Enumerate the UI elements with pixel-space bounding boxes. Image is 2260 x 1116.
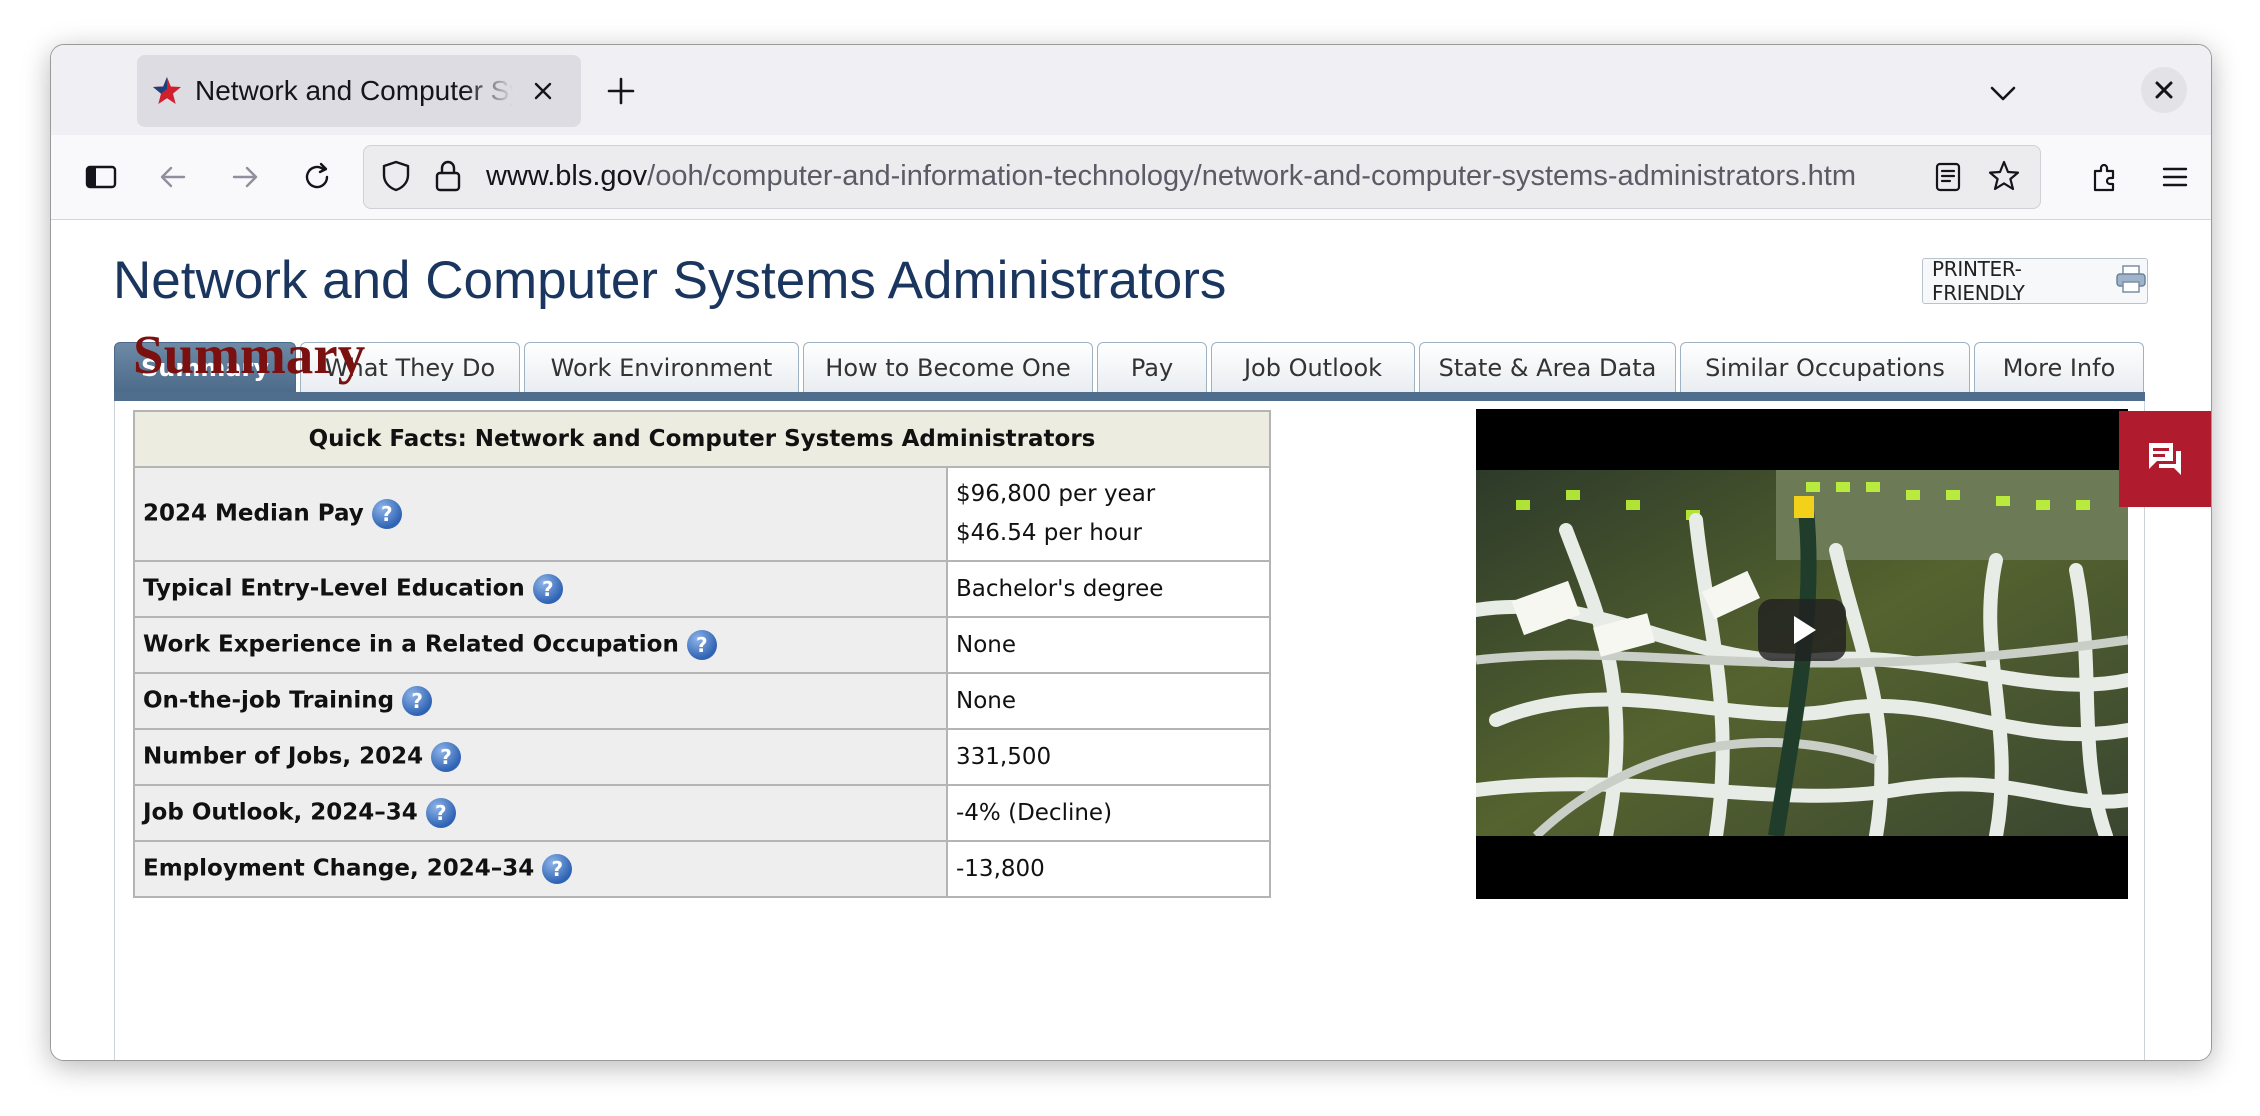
bookmark-star-icon[interactable] — [1986, 158, 2022, 199]
row-label: Job Outlook, 2024–34 — [143, 799, 418, 826]
video-play-button[interactable] — [1758, 599, 1846, 661]
row-label-cell: Job Outlook, 2024–34? — [133, 784, 948, 842]
printer-icon — [2115, 264, 2147, 299]
help-icon[interactable]: ? — [686, 630, 717, 660]
reload-icon[interactable] — [299, 159, 335, 195]
row-value: $96,800 per year — [956, 481, 1156, 507]
tab-pay[interactable]: Pay — [1097, 342, 1207, 392]
row-label: 2024 Median Pay — [143, 500, 364, 527]
table-row: Job Outlook, 2024–34? -4% (Decline) — [133, 784, 1271, 842]
row-label: Work Experience in a Related Occupation — [143, 631, 679, 658]
chat-icon — [2149, 443, 2181, 475]
row-label-cell: On-the-job Training? — [133, 672, 948, 730]
table-row: 2024 Median Pay? $96,800 per year $46.54 … — [133, 466, 1271, 562]
summary-heading: Summary — [133, 324, 366, 385]
new-tab-icon[interactable] — [603, 73, 639, 109]
shield-icon[interactable] — [378, 158, 414, 199]
row-value-cell: $96,800 per year $46.54 per hour — [946, 466, 1271, 562]
row-label: Employment Change, 2024–34 — [143, 855, 535, 882]
table-row: On-the-job Training? None — [133, 672, 1271, 730]
tab-job-outlook[interactable]: Job Outlook — [1211, 342, 1415, 392]
close-tab-icon[interactable] — [525, 73, 561, 109]
tab-how-to-become-one[interactable]: How to Become One — [803, 342, 1093, 392]
row-label-cell: Employment Change, 2024–34? — [133, 840, 948, 898]
help-icon[interactable]: ? — [425, 798, 456, 828]
table-row: Typical Entry-Level Education? Bachelor'… — [133, 560, 1271, 618]
lock-icon[interactable] — [432, 158, 464, 199]
browser-window: Network and Computer Systems Administrat… — [50, 44, 2212, 1061]
row-label: Number of Jobs, 2024 — [143, 743, 424, 770]
url-text[interactable]: www.bls.gov/ooh/computer-and-information… — [486, 160, 1916, 196]
help-icon[interactable]: ? — [402, 686, 433, 716]
chat-button[interactable] — [2119, 411, 2211, 507]
help-icon[interactable]: ? — [431, 742, 462, 772]
play-icon — [1794, 616, 1816, 644]
bls-star-icon — [153, 77, 181, 104]
sidebar-icon[interactable] — [83, 159, 119, 195]
table-row: Work Experience in a Related Occupation?… — [133, 616, 1271, 674]
row-label: On-the-job Training — [143, 687, 395, 714]
table-row: Number of Jobs, 2024? 331,500 — [133, 728, 1271, 786]
tab-similar-occupations[interactable]: Similar Occupations — [1680, 342, 1970, 392]
row-value-secondary: $46.54 per hour — [956, 520, 1142, 546]
menu-icon[interactable] — [2157, 159, 2193, 195]
quick-facts-table: Quick Facts: Network and Computer System… — [133, 410, 1271, 898]
tab-work-environment[interactable]: Work Environment — [524, 342, 799, 392]
help-icon[interactable]: ? — [542, 854, 573, 884]
printer-friendly-button[interactable]: PRINTER-FRIENDLY — [1922, 257, 2148, 305]
row-value: -13,800 — [946, 840, 1271, 898]
row-value: Bachelor's degree — [946, 560, 1271, 618]
navigation-toolbar: www.bls.gov/ooh/computer-and-information… — [51, 135, 2211, 220]
video-player[interactable] — [1476, 409, 2128, 899]
row-label: Typical Entry-Level Education — [143, 575, 525, 602]
tab-title: Network and Computer Systems Administrat… — [195, 75, 513, 106]
occupation-tabs: Summary What They Do Work Environment Ho… — [114, 342, 2144, 394]
printer-friendly-label: PRINTER-FRIENDLY — [1932, 257, 2025, 305]
close-window-icon[interactable] — [2141, 67, 2187, 113]
row-value: None — [946, 672, 1271, 730]
tab-strip: Network and Computer Systems Administrat… — [51, 45, 2211, 135]
tabs-underline — [114, 392, 2145, 401]
url-bar[interactable]: www.bls.gov/ooh/computer-and-information… — [363, 145, 2041, 209]
row-value: 331,500 — [946, 728, 1271, 786]
browser-tab[interactable]: Network and Computer Systems Administrat… — [137, 55, 581, 127]
table-row: Employment Change, 2024–34? -13,800 — [133, 840, 1271, 898]
url-host: www.bls.gov — [486, 160, 648, 192]
back-icon[interactable] — [155, 159, 191, 195]
row-label-cell: Number of Jobs, 2024? — [133, 728, 948, 786]
tab-more-info[interactable]: More Info — [1974, 342, 2144, 392]
row-value: -4% (Decline) — [946, 784, 1271, 842]
forward-icon[interactable] — [227, 159, 263, 195]
help-icon[interactable]: ? — [371, 499, 402, 529]
quick-facts-title: Quick Facts: Network and Computer System… — [133, 410, 1271, 468]
page-title: Network and Computer Systems Administrat… — [113, 251, 1227, 310]
row-value: None — [946, 616, 1271, 674]
tab-state-area-data[interactable]: State & Area Data — [1419, 342, 1676, 392]
reader-view-icon[interactable] — [1932, 160, 1964, 199]
url-path: /ooh/computer-and-information-technology… — [647, 160, 1856, 192]
row-label-cell: Typical Entry-Level Education? — [133, 560, 948, 618]
row-label-cell: Work Experience in a Related Occupation? — [133, 616, 948, 674]
list-all-tabs-icon[interactable] — [1985, 75, 2021, 111]
row-label-cell: 2024 Median Pay? — [133, 466, 948, 562]
extensions-icon[interactable] — [2087, 159, 2123, 195]
help-icon[interactable]: ? — [532, 574, 563, 604]
